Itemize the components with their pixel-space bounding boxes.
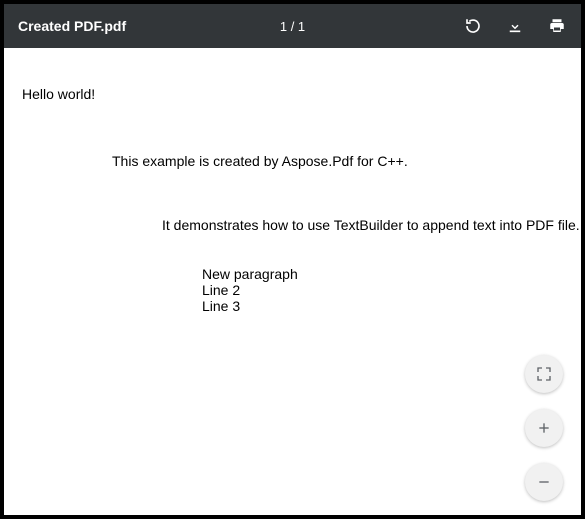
zoom-in-button[interactable] — [525, 409, 563, 447]
toolbar-actions — [463, 16, 567, 36]
zoom-out-icon — [536, 474, 552, 490]
filename: Created PDF.pdf — [18, 18, 126, 34]
zoom-in-icon — [536, 420, 552, 436]
text-line: It demonstrates how to use TextBuilder t… — [162, 217, 580, 233]
zoom-out-button[interactable] — [525, 463, 563, 501]
text-line: Line 3 — [202, 298, 240, 314]
zoom-controls — [525, 355, 563, 501]
text-line: This example is created by Aspose.Pdf fo… — [112, 153, 408, 169]
toolbar: Created PDF.pdf 1 / 1 — [4, 4, 581, 48]
print-icon — [548, 17, 566, 35]
print-button[interactable] — [547, 16, 567, 36]
rotate-icon — [464, 17, 482, 35]
text-line: Hello world! — [22, 86, 95, 102]
download-icon — [506, 17, 524, 35]
download-button[interactable] — [505, 16, 525, 36]
text-line: New paragraph — [202, 266, 298, 282]
page-area: Hello world! This example is created by … — [4, 48, 581, 515]
fit-to-page-icon — [536, 366, 552, 382]
pdf-page: Hello world! This example is created by … — [4, 48, 581, 515]
pdf-viewer: Created PDF.pdf 1 / 1 — [4, 4, 581, 515]
page-indicator: 1 / 1 — [280, 19, 305, 34]
fit-to-page-button[interactable] — [525, 355, 563, 393]
rotate-button[interactable] — [463, 16, 483, 36]
text-line: Line 2 — [202, 282, 240, 298]
